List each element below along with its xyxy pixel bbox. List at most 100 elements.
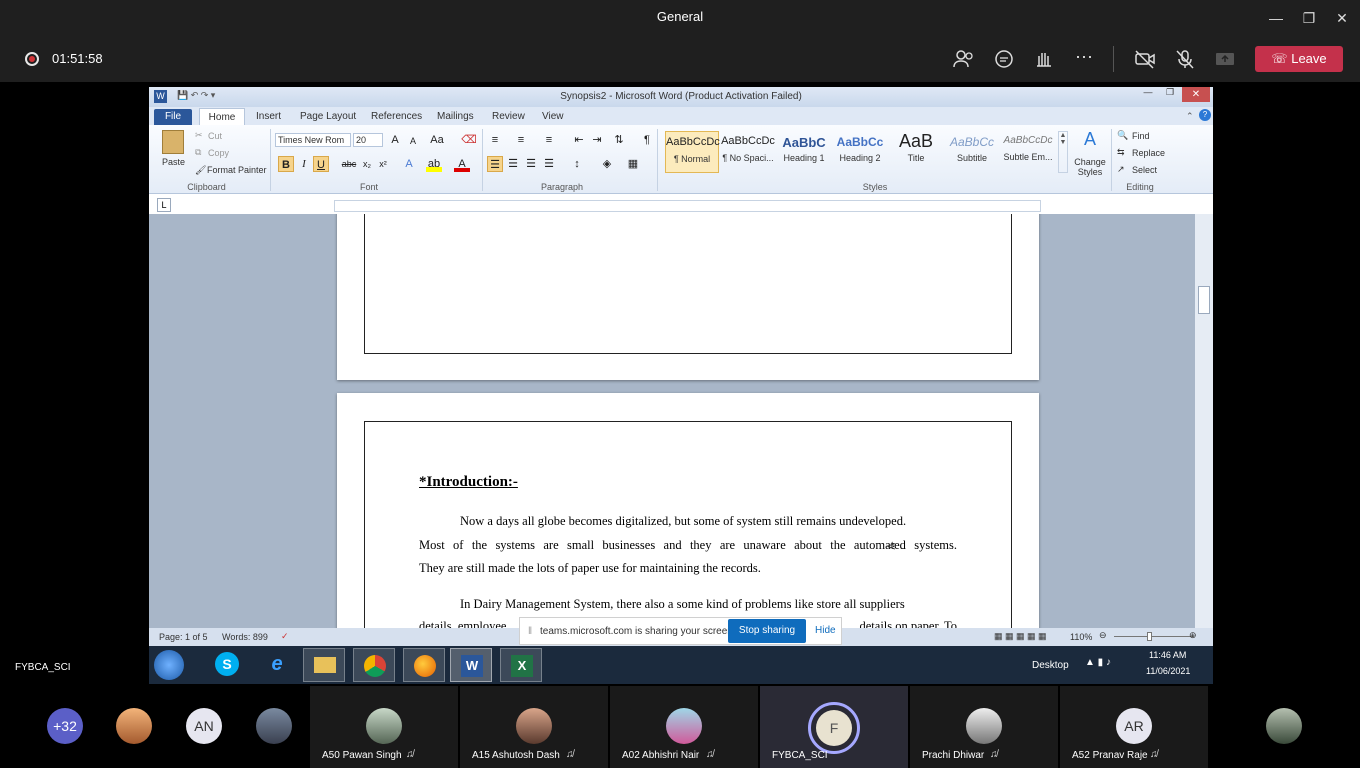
word-close-icon[interactable]: ✕ bbox=[1182, 87, 1210, 102]
zoom-in-icon[interactable]: ⊕ bbox=[1189, 630, 1197, 641]
shrink-font-icon[interactable]: A bbox=[405, 133, 421, 149]
chrome-icon[interactable] bbox=[353, 648, 395, 682]
overflow-participants-badge[interactable]: +32 bbox=[47, 708, 83, 744]
justify-icon[interactable]: ☰ bbox=[541, 156, 557, 172]
style-normal[interactable]: AaBbCcDc ¶ Normal bbox=[665, 131, 720, 173]
zoom-level[interactable]: 110% bbox=[1070, 632, 1092, 642]
tab-selector-icon[interactable]: L bbox=[157, 198, 171, 212]
tab-page-layout[interactable]: Page Layout bbox=[300, 111, 356, 122]
participant-tile[interactable]: A02 Abhishri Nair ♫̸ bbox=[610, 686, 758, 768]
share-screen-icon[interactable] bbox=[1213, 48, 1237, 70]
style-no-spacing[interactable]: AaBbCcDc ¶ No Spaci... bbox=[721, 131, 775, 173]
vertical-scrollbar[interactable] bbox=[1195, 214, 1213, 628]
style-heading-2[interactable]: AaBbCc Heading 2 bbox=[833, 131, 887, 173]
participant-tile-active[interactable]: F FYBCA_SCI bbox=[760, 686, 908, 768]
more-options-icon[interactable]: ⋯ bbox=[1072, 48, 1096, 70]
skype-icon[interactable]: S bbox=[215, 652, 239, 676]
font-name-select[interactable]: Times New Rom bbox=[275, 133, 351, 147]
change-styles-button[interactable]: Change Styles bbox=[1071, 157, 1109, 177]
style-subtle-emphasis[interactable]: AaBbCcDc Subtle Em... bbox=[1001, 131, 1055, 173]
raise-hand-icon[interactable] bbox=[1032, 48, 1056, 70]
clock-date[interactable]: 11/06/2021 bbox=[1146, 666, 1190, 676]
help-icon[interactable]: ? bbox=[1199, 109, 1211, 121]
style-subtitle[interactable]: AaBbCc Subtitle bbox=[945, 131, 999, 173]
horizontal-ruler[interactable] bbox=[334, 200, 1041, 212]
desktop-toolbar[interactable]: Desktop bbox=[1032, 660, 1069, 671]
find-button[interactable]: Find bbox=[1132, 131, 1150, 141]
tray-icons[interactable]: ▲ ▮ ♪ bbox=[1085, 657, 1111, 668]
drag-handle-icon[interactable]: ‖ bbox=[528, 626, 532, 637]
view-buttons-icon[interactable]: ▦ ▦ ▦ ▦ ▦ bbox=[994, 631, 1047, 642]
change-styles-icon[interactable]: A bbox=[1077, 129, 1103, 150]
style-title[interactable]: AaB Title bbox=[889, 131, 943, 173]
word-count[interactable]: Words: 899 bbox=[222, 632, 268, 642]
underline-icon[interactable]: U bbox=[313, 156, 329, 172]
zoom-slider-thumb[interactable] bbox=[1147, 632, 1152, 641]
tab-view[interactable]: View bbox=[542, 111, 564, 122]
hide-sharing-bar-button[interactable]: Hide bbox=[815, 625, 836, 636]
font-size-select[interactable]: 20 bbox=[353, 133, 383, 147]
participant-tile[interactable]: A50 Pawan Singh ♫̸ bbox=[310, 686, 458, 768]
subscript-icon[interactable]: x₂ bbox=[359, 156, 375, 172]
leave-button[interactable]: ☏ Leave bbox=[1255, 46, 1343, 72]
styles-gallery-scroll-icon[interactable]: ▲ ▼ bbox=[1058, 131, 1068, 173]
grow-font-icon[interactable]: A bbox=[387, 132, 403, 148]
stop-sharing-button[interactable]: Stop sharing bbox=[728, 619, 806, 643]
zoom-slider[interactable] bbox=[1114, 636, 1194, 637]
shading-icon[interactable]: ◈ bbox=[599, 156, 615, 172]
strikethrough-icon[interactable]: abc bbox=[341, 156, 357, 172]
scrollbar-thumb[interactable] bbox=[1198, 286, 1210, 314]
participant-avatar[interactable]: AN bbox=[186, 708, 222, 744]
tab-insert[interactable]: Insert bbox=[256, 111, 281, 122]
participant-tile[interactable]: AR A52 Pranav Raje ♫̸ bbox=[1060, 686, 1208, 768]
tab-mailings[interactable]: Mailings bbox=[437, 111, 474, 122]
align-right-icon[interactable]: ☰ bbox=[523, 156, 539, 172]
style-heading-1[interactable]: AaBbC Heading 1 bbox=[777, 131, 831, 173]
clock-time[interactable]: 11:46 AM bbox=[1149, 650, 1186, 660]
mic-off-icon[interactable] bbox=[1173, 48, 1197, 70]
start-icon[interactable] bbox=[154, 650, 184, 680]
align-center-icon[interactable]: ☰ bbox=[505, 156, 521, 172]
camera-off-icon[interactable] bbox=[1133, 48, 1157, 70]
copy-button[interactable]: Copy bbox=[208, 148, 229, 158]
proofing-icon[interactable]: ✓ bbox=[281, 631, 289, 642]
participant-avatar[interactable] bbox=[256, 708, 292, 744]
line-spacing-icon[interactable]: ↕ bbox=[569, 156, 585, 172]
minimize-icon[interactable]: — bbox=[1264, 6, 1288, 30]
tab-file[interactable]: File bbox=[154, 109, 192, 125]
select-button[interactable]: Select bbox=[1132, 165, 1157, 175]
tab-review[interactable]: Review bbox=[492, 111, 525, 122]
italic-icon[interactable]: I bbox=[296, 156, 312, 172]
borders-icon[interactable]: ▦ bbox=[625, 156, 641, 172]
close-icon[interactable]: ✕ bbox=[1330, 6, 1354, 30]
word-restore-icon[interactable]: ❐ bbox=[1159, 87, 1181, 101]
participant-tile[interactable]: Prachi Dhiwar ♫̸ bbox=[910, 686, 1058, 768]
chat-icon[interactable] bbox=[992, 48, 1016, 70]
internet-explorer-icon[interactable]: e bbox=[265, 652, 289, 676]
paste-button[interactable]: Paste bbox=[162, 157, 185, 167]
replace-button[interactable]: Replace bbox=[1132, 148, 1165, 158]
excel-icon[interactable]: X bbox=[500, 648, 542, 682]
explorer-icon[interactable] bbox=[303, 648, 345, 682]
numbering-icon[interactable]: ≡ bbox=[513, 132, 529, 148]
word-taskbar-icon[interactable]: W bbox=[450, 648, 492, 682]
tab-home[interactable]: Home bbox=[199, 108, 245, 126]
page-current[interactable]: *Introduction:- Now a days all globe bec… bbox=[337, 393, 1039, 628]
font-color-icon[interactable]: A bbox=[454, 156, 470, 172]
increase-indent-icon[interactable]: ⇥ bbox=[589, 132, 605, 148]
superscript-icon[interactable]: x² bbox=[375, 156, 391, 172]
highlight-icon[interactable]: ab bbox=[426, 156, 442, 172]
decrease-indent-icon[interactable]: ⇤ bbox=[571, 132, 587, 148]
sort-icon[interactable]: ⇅ bbox=[611, 132, 627, 148]
zoom-out-icon[interactable]: ⊖ bbox=[1099, 630, 1107, 641]
participant-tile[interactable]: A15 Ashutosh Dash ♫̸ bbox=[460, 686, 608, 768]
text-effects-icon[interactable]: A bbox=[401, 156, 417, 172]
word-minimize-icon[interactable]: — bbox=[1137, 87, 1159, 101]
participant-avatar[interactable] bbox=[1266, 708, 1302, 744]
cut-button[interactable]: Cut bbox=[208, 131, 222, 141]
multilevel-list-icon[interactable]: ≡ bbox=[541, 132, 557, 148]
tab-references[interactable]: References bbox=[371, 111, 422, 122]
format-painter-button[interactable]: Format Painter bbox=[207, 165, 267, 175]
page-count[interactable]: Page: 1 of 5 bbox=[159, 632, 208, 642]
change-case-icon[interactable]: Aa bbox=[429, 132, 445, 148]
